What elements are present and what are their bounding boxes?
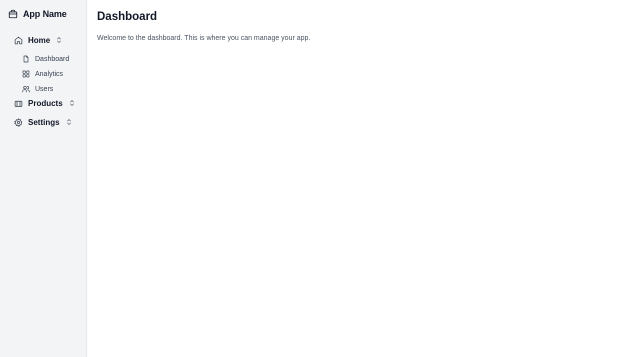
app-brand[interactable]: App Name (8, 7, 67, 21)
file-icon (22, 55, 30, 63)
page-description: Welcome to the dashboard. This is where … (97, 35, 311, 42)
sidebar-subitem-label: Analytics (35, 70, 64, 78)
briefcase-icon (8, 9, 18, 19)
chevron-up-down-icon (56, 36, 62, 44)
sidebar-subitem-dashboard[interactable]: Dashboard (22, 54, 69, 64)
sidebar-subitem-label: Users (35, 85, 54, 93)
page-title: Dashboard (97, 11, 158, 23)
sidebar-subitem-analytics[interactable]: Analytics (22, 69, 63, 79)
app-name: App Name (23, 9, 67, 19)
sidebar: App Name Home Dashboard Analytics Users … (0, 0, 87, 357)
chevron-up-down-icon (69, 99, 75, 107)
users-icon (22, 85, 30, 93)
sidebar-item-home[interactable]: Home (14, 34, 62, 46)
grid-icon (22, 70, 30, 78)
sidebar-item-label: Products (28, 98, 63, 108)
main-content: Dashboard Welcome to the dashboard. This… (87, 0, 640, 357)
sidebar-item-label: Home (28, 35, 51, 45)
sidebar-subitem-users[interactable]: Users (22, 84, 53, 94)
home-icon (14, 36, 23, 45)
box-icon (14, 99, 23, 108)
sidebar-item-settings[interactable]: Settings (14, 116, 72, 128)
sidebar-item-products[interactable]: Products (14, 97, 75, 109)
chevron-up-down-icon (66, 118, 72, 126)
gear-icon (14, 117, 23, 127)
sidebar-item-label: Settings (28, 117, 60, 127)
app-root: App Name Home Dashboard Analytics Users … (0, 0, 640, 357)
sidebar-subitem-label: Dashboard (35, 55, 70, 63)
